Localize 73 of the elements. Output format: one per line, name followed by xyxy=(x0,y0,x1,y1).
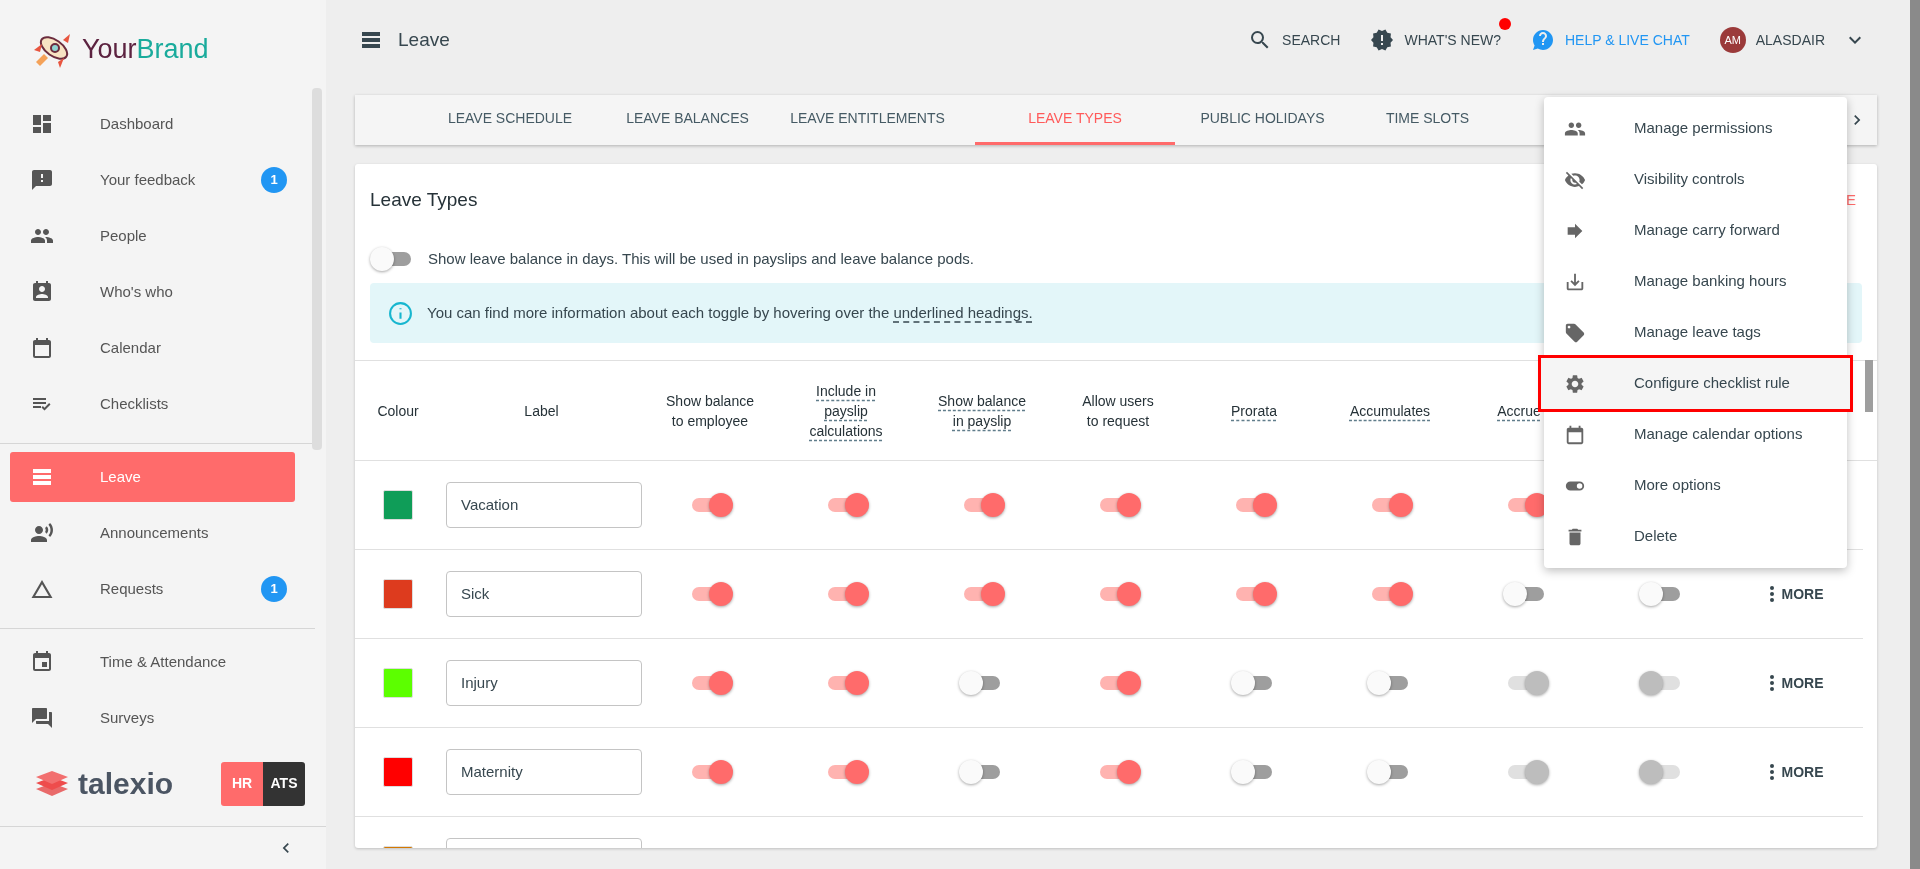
sidebar-item[interactable]: Calendar xyxy=(10,323,295,374)
settings-icon xyxy=(1564,372,1586,395)
headings-link[interactable]: underlined headings. xyxy=(893,303,1033,321)
label-field[interactable]: Maternity xyxy=(446,749,642,795)
colour-swatch[interactable] xyxy=(383,579,413,609)
tag-icon xyxy=(1564,321,1586,344)
help-icon xyxy=(1531,28,1555,52)
count-badge: 1 xyxy=(261,576,287,603)
sidebar-item[interactable]: Dashboard xyxy=(10,99,295,150)
label-field[interactable]: Sick xyxy=(446,571,642,617)
page-title: Leave xyxy=(398,27,450,52)
scrollbar-thumb[interactable] xyxy=(1865,360,1873,412)
calendar-icon xyxy=(1564,423,1586,446)
scrollbar[interactable] xyxy=(1910,0,1920,869)
avatar: AM xyxy=(1719,27,1746,53)
header-link[interactable]: WHAT'S NEW? xyxy=(1370,16,1513,64)
layers-icon xyxy=(34,768,70,799)
kebab-icon xyxy=(1769,675,1774,691)
column-header: Show balance in payslip xyxy=(938,391,1026,431)
column-header: Show balance to employee xyxy=(666,391,754,431)
column-header: Label xyxy=(524,401,559,421)
feedback-icon xyxy=(30,168,54,193)
column-header: Allow users to request xyxy=(1082,391,1154,431)
count-badge: 1 xyxy=(261,167,287,194)
more-button[interactable]: MORE xyxy=(1769,583,1824,605)
tab[interactable]: LEAVE SCHEDULE xyxy=(405,95,615,145)
scrollbar-thumb[interactable] xyxy=(312,88,322,450)
kebab-icon xyxy=(1769,764,1774,780)
sidebar-item[interactable]: Announcements xyxy=(10,508,295,559)
more-button[interactable]: MORE xyxy=(1769,761,1824,783)
column-header: Accrue xyxy=(1497,401,1541,421)
module-toggle[interactable]: ATS xyxy=(263,761,305,806)
tab[interactable]: LEAVE ENTITLEMENTS xyxy=(760,95,975,145)
menu-item[interactable]: Configure checklist rule xyxy=(1541,358,1850,409)
info-icon xyxy=(388,300,413,326)
more-button[interactable]: MORE xyxy=(1769,672,1824,694)
menu-item[interactable]: More options xyxy=(1544,460,1847,511)
sidebar-item[interactable]: Who's who xyxy=(10,267,295,318)
column-header: Include in payslip calculations xyxy=(809,381,883,441)
sidebar-item[interactable]: Checklists xyxy=(10,379,295,430)
sidebar-item[interactable]: Surveys xyxy=(10,693,295,744)
tab[interactable]: PUBLIC HOLIDAYS xyxy=(1175,95,1350,145)
menu-item[interactable]: Manage carry forward xyxy=(1544,205,1847,256)
sidebar-item[interactable]: Your feedback 1 xyxy=(10,155,295,206)
menu-item[interactable]: Visibility controls xyxy=(1544,154,1847,205)
sidebar-item[interactable]: Requests 1 xyxy=(10,564,295,615)
toggle-label: Show leave balance in days. This will be used in payslips and leave balance pods. xyxy=(428,248,974,269)
menu-item[interactable]: Manage calendar options xyxy=(1544,409,1847,460)
calendar-icon xyxy=(30,336,54,361)
tab[interactable]: TIME SLOTS xyxy=(1350,95,1505,145)
column-header: Prorata xyxy=(1231,401,1277,421)
card-title: Leave Types xyxy=(370,187,478,212)
colour-swatch[interactable] xyxy=(383,490,413,520)
column-header: Accumulates xyxy=(1349,401,1431,421)
kebab-icon xyxy=(1769,586,1774,602)
label-field[interactable]: Vacation xyxy=(446,482,642,528)
menu-item[interactable]: Delete xyxy=(1544,511,1847,562)
alert-badge-icon xyxy=(1370,28,1395,52)
label-field[interactable]: Injury xyxy=(446,660,642,706)
column-header: Colour xyxy=(377,401,419,421)
menu-item[interactable]: Manage banking hours xyxy=(1544,256,1847,307)
menu-item[interactable]: Manage permissions xyxy=(1544,103,1847,154)
sidebar-item[interactable]: Time & Attendance xyxy=(10,637,295,688)
user-menu-button[interactable]: AM ALASDAIR xyxy=(1719,27,1867,53)
sidebar-item[interactable]: People xyxy=(10,211,295,262)
brand-logo-text: YourBrand xyxy=(82,36,209,64)
talexio-logo-text: talexio xyxy=(78,768,174,799)
header-link[interactable]: SEARCH xyxy=(1248,16,1353,64)
info-text: You can find more information about each toggle by hovering over the underlined headings. xyxy=(427,302,1033,323)
menu-item[interactable]: Manage leave tags xyxy=(1544,307,1847,358)
tab[interactable]: LEAVE BALANCES xyxy=(615,95,760,145)
colour-swatch[interactable] xyxy=(383,668,413,698)
colour-swatch[interactable] xyxy=(383,757,413,787)
